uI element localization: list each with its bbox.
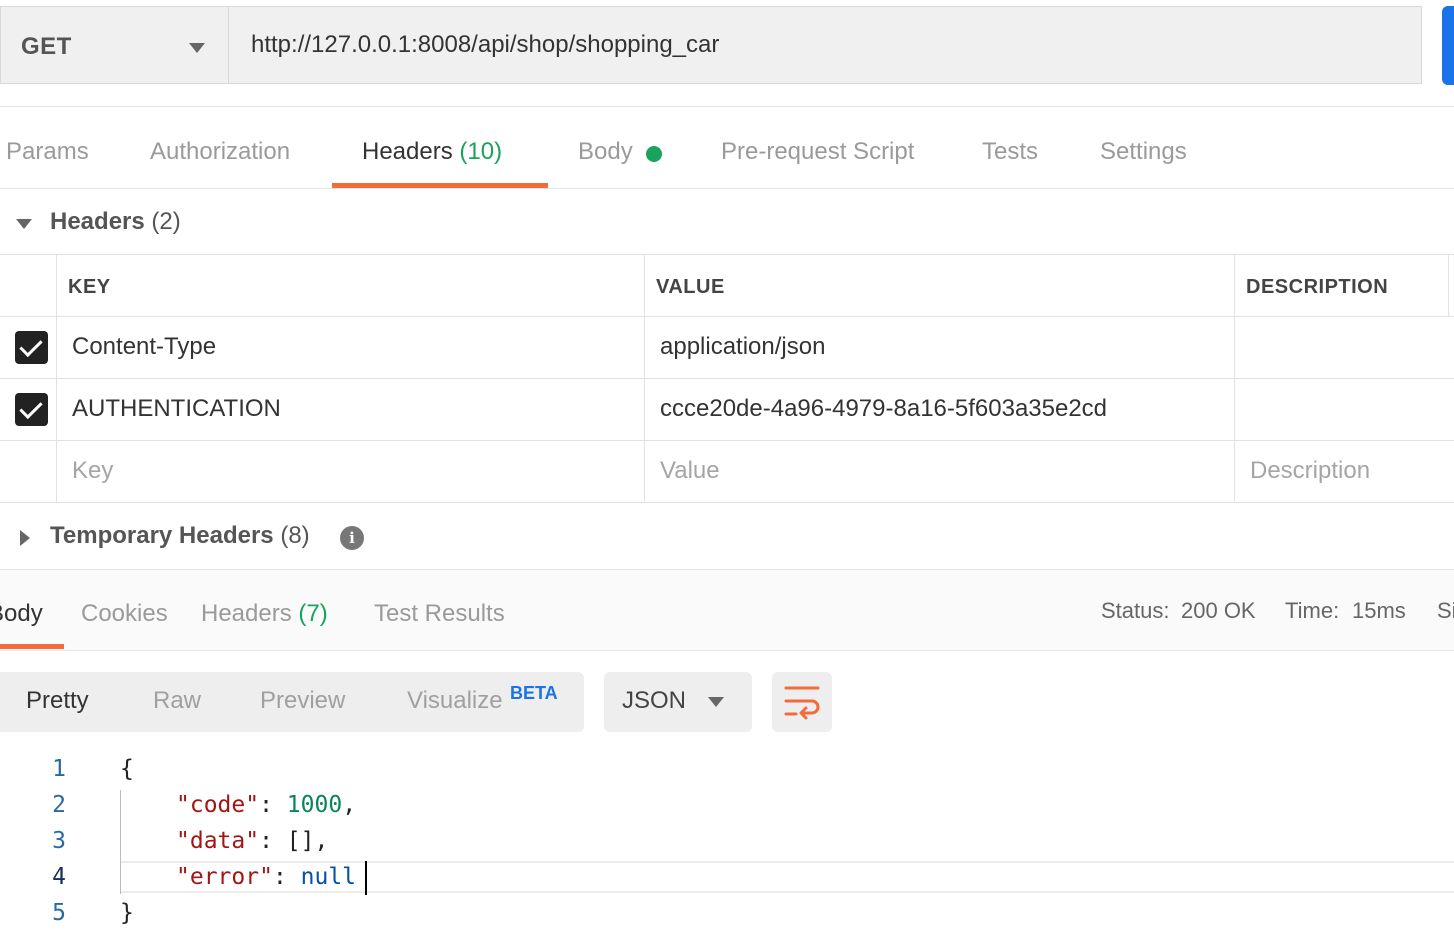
json-key: "error": [176, 864, 273, 890]
view-mode-visualize[interactable]: Visualize: [407, 687, 503, 715]
collapse-triangle-icon[interactable]: [16, 219, 32, 229]
checkbox-checked-icon[interactable]: [15, 393, 48, 426]
new-value-input[interactable]: Value: [660, 457, 720, 485]
code-line-2: "code": 1000,: [176, 792, 357, 818]
line-number: 5: [52, 900, 66, 926]
active-tab-indicator: [0, 644, 64, 649]
send-button[interactable]: [1442, 6, 1454, 85]
response-tab-test-results[interactable]: Test Results: [374, 600, 505, 628]
beta-badge: BETA: [510, 683, 558, 703]
json-null: null: [300, 864, 357, 890]
url-text: http://127.0.0.1:8008/api/shop/shopping_…: [251, 31, 720, 58]
code-line-3: "data": [],: [176, 828, 329, 854]
response-tab-body[interactable]: Body: [0, 600, 43, 628]
response-tab-headers-label: Headers: [201, 600, 292, 627]
format-label: JSON: [622, 687, 687, 714]
response-tab-cookies[interactable]: Cookies: [81, 600, 168, 628]
temporary-headers-label: Temporary Headers: [50, 522, 274, 549]
table-border: [0, 440, 1454, 441]
method-label: GET: [21, 33, 72, 60]
header-value-cell[interactable]: ccce20de-4a96-4979-8a16-5f603a35e2cd: [660, 395, 1107, 423]
table-border: [0, 502, 1454, 503]
time-label: Time:: [1285, 598, 1340, 623]
json-number: 1000: [286, 792, 343, 818]
time-value[interactable]: 15ms: [1352, 598, 1406, 624]
tab-body[interactable]: Body: [578, 138, 633, 166]
body-modified-dot-icon: [646, 146, 662, 162]
table-border: [644, 254, 645, 503]
table-border: [0, 316, 1454, 317]
tab-headers[interactable]: Headers (10): [362, 138, 502, 166]
text-cursor: [365, 861, 367, 895]
size-label: Si: [1437, 598, 1454, 623]
new-key-input[interactable]: Key: [72, 457, 113, 485]
view-mode-raw[interactable]: Raw: [153, 687, 201, 715]
header-key-cell[interactable]: Content-Type: [72, 333, 216, 361]
table-border: [0, 378, 1454, 379]
wrap-lines-icon: [784, 686, 820, 720]
line-number: 4: [52, 864, 66, 890]
code-line-5: }: [120, 900, 134, 926]
temporary-headers-title[interactable]: Temporary Headers (8): [50, 522, 310, 550]
info-icon[interactable]: i: [340, 526, 364, 550]
method-select[interactable]: GET: [0, 6, 228, 84]
chevron-down-icon: [189, 43, 205, 53]
tab-headers-count: (10): [459, 138, 503, 165]
divider: [0, 106, 1454, 107]
table-border: [56, 254, 57, 503]
headers-table: KEY VALUE DESCRIPTION Content-Type appli…: [0, 254, 1454, 503]
temporary-headers-count: (8): [280, 522, 310, 549]
tab-params[interactable]: Params: [6, 138, 89, 166]
json-array: []: [286, 828, 315, 854]
view-mode-preview[interactable]: Preview: [260, 687, 345, 715]
headers-section-title[interactable]: Headers (2): [50, 208, 181, 236]
table-border: [0, 254, 1454, 255]
code-line-4: "error": null: [176, 864, 357, 890]
response-tab-headers-count: (7): [298, 600, 328, 627]
tab-authorization[interactable]: Authorization: [150, 138, 290, 166]
line-number: 1: [52, 756, 66, 782]
wrap-lines-button[interactable]: [772, 672, 832, 732]
url-input[interactable]: http://127.0.0.1:8008/api/shop/shopping_…: [228, 6, 1422, 84]
view-mode-pretty[interactable]: Pretty: [26, 687, 89, 715]
response-tab-headers[interactable]: Headers (7): [201, 600, 328, 628]
indent-guide: [120, 790, 121, 894]
table-border: [1448, 254, 1449, 316]
status-value[interactable]: 200 OK: [1181, 598, 1256, 624]
json-key: "data": [176, 828, 260, 854]
tab-pre-request-script[interactable]: Pre-request Script: [721, 138, 914, 166]
headers-section-count: (2): [151, 208, 181, 235]
column-header-key: KEY: [68, 276, 111, 298]
status-label: Status:: [1101, 598, 1170, 623]
line-number: 2: [52, 792, 66, 818]
header-key-cell[interactable]: AUTHENTICATION: [72, 395, 281, 423]
tab-settings[interactable]: Settings: [1100, 138, 1187, 166]
column-header-value: VALUE: [656, 276, 725, 298]
code-line-1: {: [120, 756, 134, 782]
format-select[interactable]: JSON: [604, 672, 752, 732]
json-key: "code": [176, 792, 260, 818]
headers-section-label: Headers: [50, 208, 145, 235]
header-value-cell[interactable]: application/json: [660, 333, 825, 361]
new-description-input[interactable]: Description: [1250, 457, 1370, 485]
expand-triangle-icon[interactable]: [20, 530, 30, 546]
tab-headers-label: Headers: [362, 138, 453, 165]
tab-tests[interactable]: Tests: [982, 138, 1038, 166]
line-number: 3: [52, 828, 66, 854]
checkbox-checked-icon[interactable]: [15, 331, 48, 364]
divider: [0, 188, 1454, 189]
chevron-down-icon: [708, 697, 724, 707]
column-header-description: DESCRIPTION: [1246, 276, 1389, 298]
table-border: [1234, 254, 1235, 503]
